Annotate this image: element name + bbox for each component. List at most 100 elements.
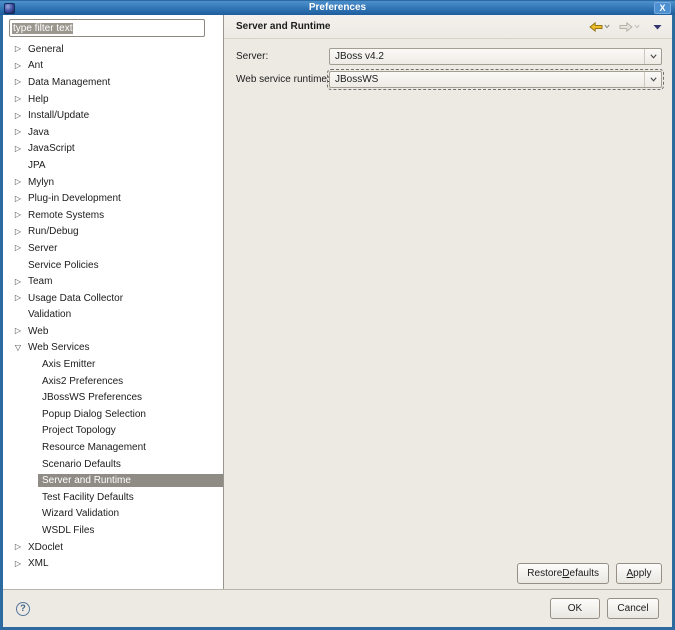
web-service-runtime-combobox[interactable]: JBossWS — [329, 71, 662, 88]
tree-item-xml[interactable]: ▷XML — [7, 555, 223, 572]
dialog-frame: type filter text ▷General▷Ant▷Data Manag… — [0, 15, 675, 630]
eclipse-app-icon — [4, 3, 15, 14]
tree-item-label: Resource Management — [38, 441, 150, 454]
page-button-bar: Restore Defaults Apply — [224, 563, 672, 589]
tree-item-label: Service Policies — [24, 259, 103, 272]
tree-item-label: Ant — [24, 59, 47, 72]
expand-arrow-icon[interactable]: ▷ — [12, 543, 24, 551]
tree-item-wizard-validation[interactable]: Wizard Validation — [7, 506, 223, 523]
tree-item-jbossws-preferences[interactable]: JBossWS Preferences — [7, 389, 223, 406]
expand-arrow-icon[interactable]: ▷ — [12, 112, 24, 120]
expand-arrow-icon[interactable]: ▷ — [12, 95, 24, 103]
tree-item-web[interactable]: ▷Web — [7, 323, 223, 340]
tree-item-label: Remote Systems — [24, 209, 108, 222]
tree-item-scenario-defaults[interactable]: Scenario Defaults — [7, 456, 223, 473]
filter-input[interactable]: type filter text — [9, 19, 205, 37]
restore-defaults-button[interactable]: Restore Defaults — [517, 563, 609, 584]
tree-item-test-facility-defaults[interactable]: Test Facility Defaults — [7, 489, 223, 506]
help-icon[interactable]: ? — [16, 602, 30, 616]
tree-item-label: JBossWS Preferences — [38, 391, 146, 404]
expand-arrow-icon[interactable]: ▷ — [12, 211, 24, 219]
expand-arrow-icon[interactable]: ▷ — [12, 178, 24, 186]
tree-item-mylyn[interactable]: ▷Mylyn — [7, 174, 223, 191]
tree-item-javascript[interactable]: ▷JavaScript — [7, 141, 223, 158]
server-combobox-value: JBoss v4.2 — [330, 51, 644, 62]
filter-text-selected: type filter text — [12, 23, 73, 34]
tree-item-label: Data Management — [24, 76, 114, 89]
apply-button[interactable]: Apply — [616, 563, 662, 584]
tree-item-usage-data-collector[interactable]: ▷Usage Data Collector — [7, 290, 223, 307]
tree-item-label: Usage Data Collector — [24, 292, 127, 305]
tree-item-run-debug[interactable]: ▷Run/Debug — [7, 224, 223, 241]
tree-item-install-update[interactable]: ▷Install/Update — [7, 107, 223, 124]
expand-arrow-icon[interactable]: ▷ — [12, 45, 24, 53]
expand-arrow-icon[interactable]: ▷ — [12, 294, 24, 302]
expand-arrow-icon[interactable]: ▷ — [12, 560, 24, 568]
tree-item-label: Java — [24, 126, 53, 139]
back-icon[interactable] — [589, 22, 603, 32]
tree-item-web-services[interactable]: ▽Web Services — [7, 340, 223, 357]
tree-item-label: Wizard Validation — [38, 507, 123, 520]
content-panel: Server and Runtime — [224, 15, 672, 589]
tree-item-label: Validation — [24, 308, 75, 321]
tree-item-jpa[interactable]: JPA — [7, 157, 223, 174]
chevron-down-icon[interactable] — [644, 72, 661, 87]
collapse-arrow-icon[interactable]: ▽ — [12, 344, 24, 352]
expand-arrow-icon[interactable]: ▷ — [12, 327, 24, 335]
expand-arrow-icon[interactable]: ▷ — [12, 244, 24, 252]
window-title: Preferences — [0, 1, 675, 15]
tree-item-project-topology[interactable]: Project Topology — [7, 423, 223, 440]
tree-item-service-policies[interactable]: Service Policies — [7, 257, 223, 274]
tree-item-wsdl-files[interactable]: WSDL Files — [7, 522, 223, 539]
tree-item-label: WSDL Files — [38, 524, 98, 537]
tree-item-label: Server — [24, 242, 61, 255]
tree-item-ant[interactable]: ▷Ant — [7, 58, 223, 75]
cancel-button[interactable]: Cancel — [607, 598, 659, 619]
expand-arrow-icon[interactable]: ▷ — [12, 62, 24, 70]
tree-item-general[interactable]: ▷General — [7, 41, 223, 58]
server-combobox[interactable]: JBoss v4.2 — [329, 48, 662, 65]
chevron-down-icon[interactable] — [644, 49, 661, 64]
close-icon[interactable]: X — [654, 2, 671, 14]
tree-item-axis2-preferences[interactable]: Axis2 Preferences — [7, 373, 223, 390]
expand-arrow-icon[interactable]: ▷ — [12, 228, 24, 236]
server-runtime-form: Server: JBoss v4.2 Web service runtime: … — [224, 39, 672, 94]
tree-item-popup-dialog-selection[interactable]: Popup Dialog Selection — [7, 406, 223, 423]
tree-item-label: Help — [24, 93, 53, 106]
tree-item-remote-systems[interactable]: ▷Remote Systems — [7, 207, 223, 224]
tree-item-label: JPA — [24, 159, 50, 172]
tree-item-label: XDoclet — [24, 541, 67, 554]
server-label: Server: — [236, 51, 329, 62]
tree-item-axis-emitter[interactable]: Axis Emitter — [7, 356, 223, 373]
tree-item-plug-in-development[interactable]: ▷Plug-in Development — [7, 190, 223, 207]
restore-defaults-label: Restore — [527, 568, 562, 579]
restore-defaults-label-rest: efaults — [570, 568, 599, 579]
tree-item-label: Web — [24, 325, 52, 338]
expand-arrow-icon[interactable]: ▷ — [12, 195, 24, 203]
back-dropdown-chevron-icon[interactable] — [604, 24, 610, 29]
web-service-runtime-combobox-value: JBossWS — [330, 74, 644, 85]
tree-item-team[interactable]: ▷Team — [7, 273, 223, 290]
tree-item-label: Axis2 Preferences — [38, 375, 127, 388]
tree-item-label: General — [24, 43, 68, 56]
view-menu-icon[interactable] — [653, 24, 662, 30]
tree-item-server-and-runtime[interactable]: Server and Runtime — [7, 472, 223, 489]
tree-item-label: Test Facility Defaults — [38, 491, 138, 504]
tree-item-label: XML — [24, 557, 53, 570]
tree-item-xdoclet[interactable]: ▷XDoclet — [7, 539, 223, 556]
expand-arrow-icon[interactable]: ▷ — [12, 78, 24, 86]
expand-arrow-icon[interactable]: ▷ — [12, 128, 24, 136]
tree-item-resource-management[interactable]: Resource Management — [7, 439, 223, 456]
tree-item-data-management[interactable]: ▷Data Management — [7, 74, 223, 91]
apply-mnemonic: A — [626, 568, 633, 579]
forward-icon — [619, 22, 633, 32]
tree-item-help[interactable]: ▷Help — [7, 91, 223, 108]
tree-item-java[interactable]: ▷Java — [7, 124, 223, 141]
titlebar[interactable]: Preferences X — [0, 0, 675, 15]
tree-item-server[interactable]: ▷Server — [7, 240, 223, 257]
tree-item-label: JavaScript — [24, 142, 79, 155]
expand-arrow-icon[interactable]: ▷ — [12, 145, 24, 153]
tree-item-validation[interactable]: Validation — [7, 307, 223, 324]
ok-button[interactable]: OK — [550, 598, 600, 619]
expand-arrow-icon[interactable]: ▷ — [12, 278, 24, 286]
